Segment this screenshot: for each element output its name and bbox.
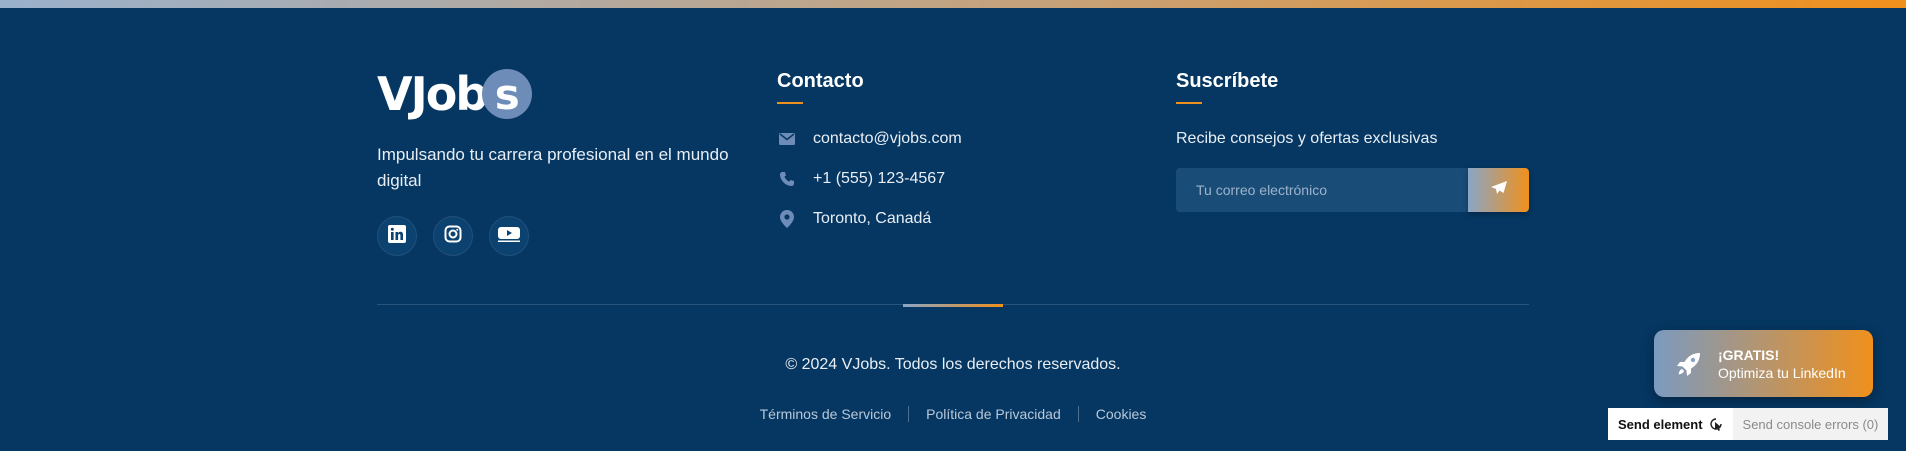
link-separator xyxy=(908,406,910,422)
contact-title-underline xyxy=(777,102,803,104)
send-element-label: Send element xyxy=(1618,416,1703,432)
contact-location-text: Toronto, Canadá xyxy=(813,210,932,227)
brand-tagline: Impulsando tu carrera profesional en el … xyxy=(377,145,729,190)
send-console-errors-button[interactable]: Send console errors (0) xyxy=(1732,408,1889,440)
cookies-link[interactable]: Cookies xyxy=(1096,406,1147,422)
contact-phone-text: +1 (555) 123-4567 xyxy=(813,170,946,187)
rocket-icon xyxy=(1676,351,1718,377)
subscribe-description: Recibe consejos y ofertas exclusivas xyxy=(1176,130,1438,147)
subscribe-send-button[interactable] xyxy=(1468,168,1529,212)
envelope-icon xyxy=(777,133,797,145)
linkedin-icon xyxy=(388,224,406,248)
contact-email[interactable]: contacto@vjobs.com xyxy=(777,130,962,148)
phone-icon xyxy=(777,171,797,187)
subscribe-title: Suscríbete xyxy=(1176,70,1279,92)
privacy-link[interactable]: Política de Privacidad xyxy=(926,406,1061,422)
contact-location: Toronto, Canadá xyxy=(777,210,931,228)
terms-link[interactable]: Términos de Servicio xyxy=(760,406,892,422)
copyright-text: © 2024 VJobs. Todos los derechos reserva… xyxy=(785,356,1121,373)
subscribe-email-input[interactable] xyxy=(1176,168,1468,212)
cursor-click-icon xyxy=(1709,417,1723,431)
youtube-icon xyxy=(498,226,520,247)
promo-title: ¡GRATIS! xyxy=(1718,346,1780,363)
vjobs-logo[interactable]: VJob s xyxy=(377,67,533,121)
paper-plane-icon xyxy=(1490,180,1507,200)
link-separator xyxy=(1077,406,1079,422)
linkedin-promo-button[interactable]: ¡GRATIS! Optimiza tu LinkedIn xyxy=(1654,330,1873,397)
instagram-icon xyxy=(444,225,462,248)
top-gradient-bar xyxy=(0,0,1906,8)
youtube-button[interactable] xyxy=(489,216,529,256)
promo-subtitle: Optimiza tu LinkedIn xyxy=(1718,364,1846,381)
contact-title: Contacto xyxy=(777,70,864,92)
logo-badge: s xyxy=(482,69,533,119)
map-pin-icon xyxy=(777,210,797,228)
logo-text: VJob xyxy=(377,67,488,121)
promo-text: ¡GRATIS! Optimiza tu LinkedIn xyxy=(1718,346,1846,382)
dev-toolbar: Send element Send console errors (0) xyxy=(1608,408,1889,440)
linkedin-button[interactable] xyxy=(377,216,417,256)
send-element-button[interactable]: Send element xyxy=(1608,408,1733,440)
contact-email-text: contacto@vjobs.com xyxy=(813,130,962,147)
contact-phone[interactable]: +1 (555) 123-4567 xyxy=(777,170,945,188)
footer-divider-accent xyxy=(903,304,1003,307)
instagram-button[interactable] xyxy=(433,216,473,256)
subscribe-title-underline xyxy=(1176,102,1202,104)
